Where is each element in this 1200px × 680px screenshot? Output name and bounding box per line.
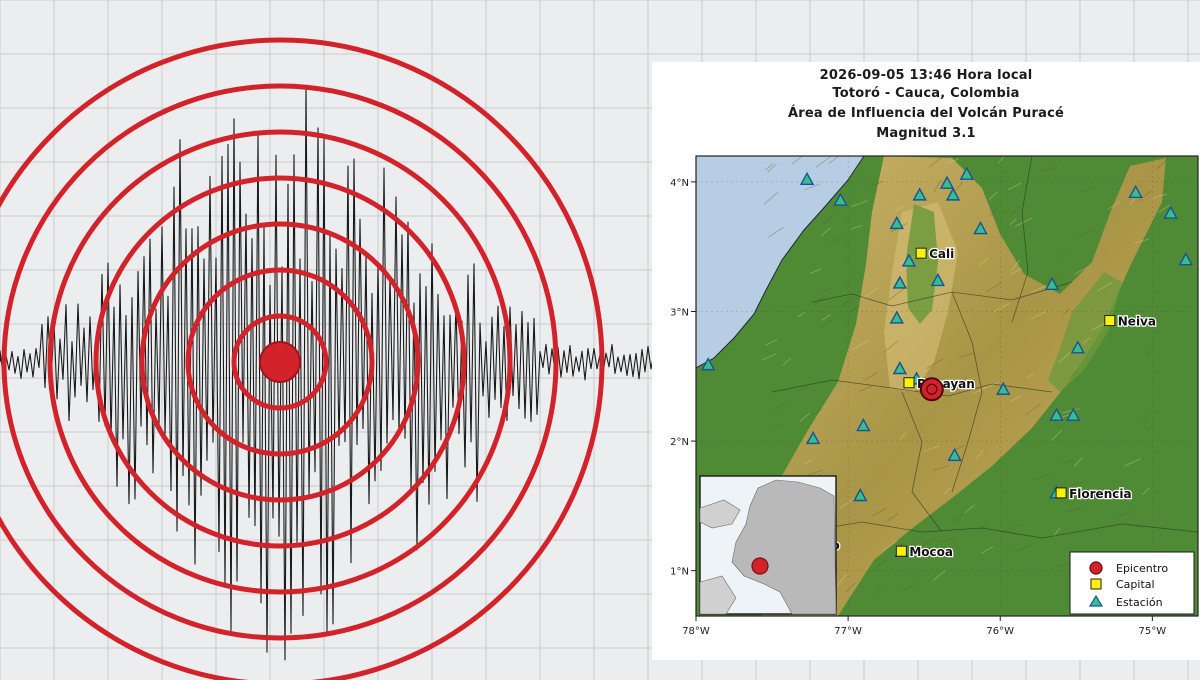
lon-tick-label: 76°W: [986, 626, 1014, 637]
city-label: Cali: [929, 247, 954, 261]
colombia-inset-map-icon: [699, 475, 837, 615]
legend-label-station: Estación: [1116, 596, 1163, 609]
capital-marker: [895, 545, 907, 557]
lat-tick-label: 1°N: [670, 567, 689, 578]
composite-image: 2026-09-05 13:46 Hora local Totoró - Cau…: [0, 0, 1200, 680]
city-label: Neiva: [1118, 315, 1156, 329]
map-legend: Epicentro Capital Estación: [1069, 551, 1195, 615]
city-label: Florencia: [1069, 487, 1131, 501]
capital-marker: [1104, 315, 1116, 327]
seismic-report-map: 2026-09-05 13:46 Hora local Totoró - Cau…: [652, 62, 1200, 660]
lon-tick-label: 77°W: [834, 626, 862, 637]
lon-tick-label: 75°W: [1139, 626, 1167, 637]
lat-tick-label: 4°N: [670, 178, 689, 189]
lat-tick-label: 3°N: [670, 307, 689, 318]
lon-tick-label: 78°W: [682, 626, 710, 637]
epicenter-marker-icon: [1089, 561, 1103, 575]
epicenter-layer: [919, 377, 944, 402]
epicenter-dot-icon: [259, 341, 301, 383]
longitude-axis: 78°W 77°W 76°W 75°W: [682, 616, 1166, 637]
seismic-trace: [0, 84, 660, 661]
capital-marker: [1055, 487, 1067, 499]
legend-label-capital: Capital: [1116, 578, 1155, 591]
epicenter-marker: [919, 377, 944, 402]
capital-square-icon: [1090, 578, 1102, 590]
legend-label-epicenter: Epicentro: [1116, 562, 1168, 575]
latitude-axis: 4°N 3°N 2°N 1°N: [670, 178, 696, 578]
capital-marker: [903, 377, 915, 389]
seismograph-illustration: [0, 37, 660, 680]
capital-marker: [915, 247, 927, 259]
relief-map: 78°W 77°W 76°W 75°W 4°N3°N2°N1°N CaliPopaya…: [670, 155, 1199, 637]
city-label: Mocoa: [909, 545, 953, 559]
lat-tick-label: 2°N: [670, 437, 689, 448]
